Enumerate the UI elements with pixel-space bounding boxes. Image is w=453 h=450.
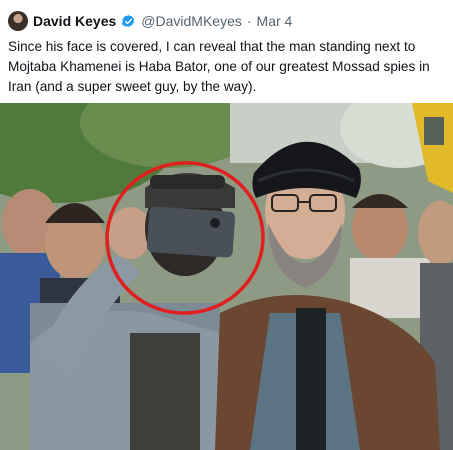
header-separator: · — [246, 13, 252, 29]
verified-badge-icon — [121, 14, 136, 29]
tweet-date[interactable]: Mar 4 — [257, 13, 293, 29]
author-display-name[interactable]: David Keyes — [33, 13, 116, 29]
author-handle[interactable]: @DavidMKeyes — [141, 13, 242, 29]
tweet-card: David Keyes @DavidMKeyes · Mar 4 Since h… — [0, 0, 453, 450]
tweet-photo[interactable] — [0, 103, 453, 450]
tweet-header: David Keyes @DavidMKeyes · Mar 4 — [8, 10, 292, 32]
avatar[interactable] — [8, 11, 28, 31]
tweet-text: Since his face is covered, I can reveal … — [8, 39, 430, 94]
